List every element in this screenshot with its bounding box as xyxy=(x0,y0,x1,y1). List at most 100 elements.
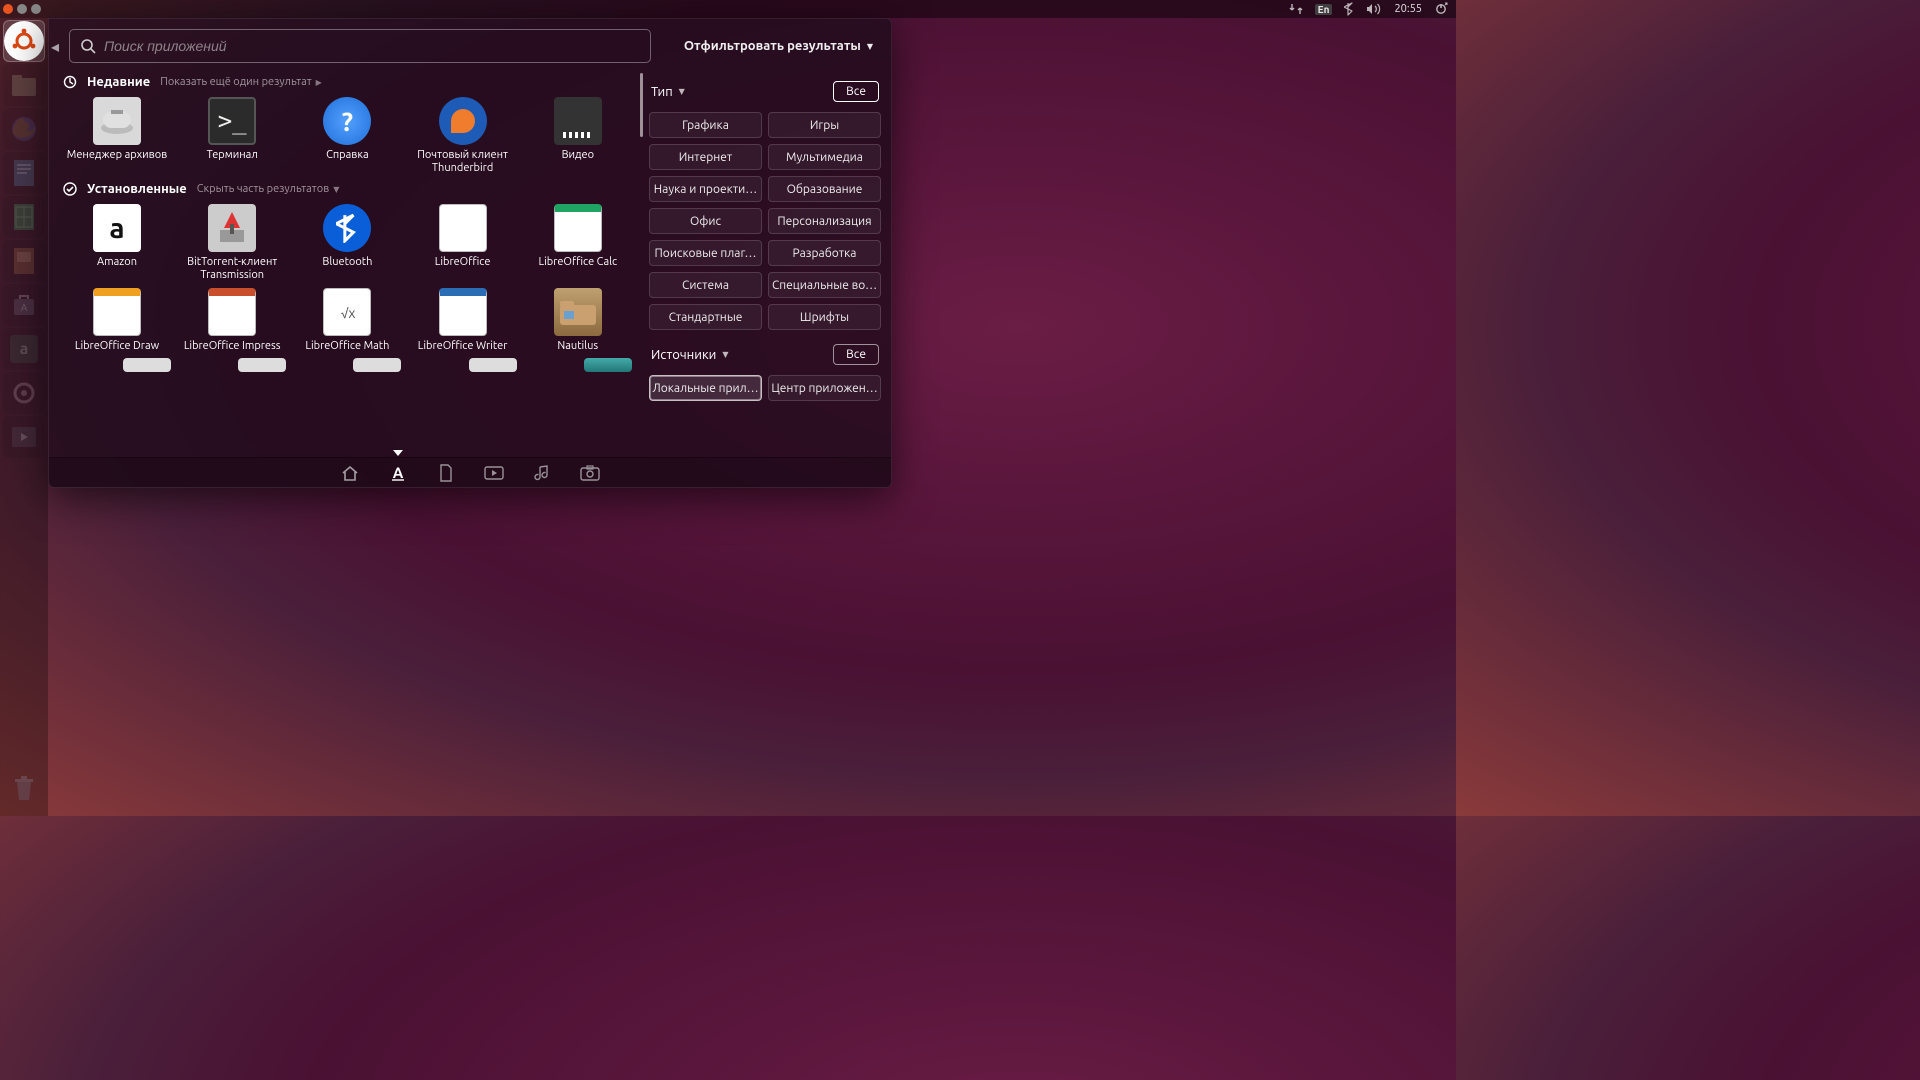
filter-sources-header: Источники▼ Все xyxy=(649,340,881,375)
dash-back-button[interactable]: ◂ xyxy=(49,37,61,56)
power-icon[interactable] xyxy=(1434,2,1448,16)
filter-toggle[interactable]: Отфильтровать результаты ▼ xyxy=(684,39,879,53)
app-partial[interactable] xyxy=(409,358,517,372)
filter-sources-all[interactable]: Все xyxy=(833,344,879,365)
app-label: Amazon xyxy=(97,256,137,269)
app-терминал[interactable]: >_Терминал xyxy=(178,97,286,174)
filter-type-option[interactable]: Мультимедиа xyxy=(768,144,881,170)
app-nautilus[interactable]: Nautilus xyxy=(524,288,632,353)
filter-type-option[interactable]: Наука и проекти… xyxy=(649,176,762,202)
app-bluetooth[interactable]: Bluetooth xyxy=(293,204,401,281)
app-icon-graphic xyxy=(208,204,256,252)
volume-icon[interactable] xyxy=(1366,3,1382,15)
svg-text:a: a xyxy=(20,340,29,358)
app-libreoffice-draw[interactable]: LibreOffice Draw xyxy=(63,288,171,353)
launcher-settings[interactable] xyxy=(3,372,45,414)
app-bittorrent-клиент-transmission[interactable]: BitTorrent-клиент Transmission xyxy=(178,204,286,281)
launcher-videos[interactable] xyxy=(3,416,45,458)
lens-music[interactable] xyxy=(529,460,555,486)
dash-filters: Тип▼ Все ГрафикаИгрыИнтернетМультимедиаН… xyxy=(643,73,891,457)
dash-search-input[interactable] xyxy=(104,38,640,54)
clock[interactable]: 20:55 xyxy=(1394,3,1422,15)
app-label: Bluetooth xyxy=(322,256,372,269)
app-icon-graphic: ? xyxy=(323,97,371,145)
results-scrollbar[interactable] xyxy=(640,73,643,137)
app-label: Видео xyxy=(562,149,594,162)
recent-grid: Менеджер архивов >_Терминал? Справка Почтов… xyxy=(59,93,643,180)
app-label: Менеджер архивов xyxy=(67,149,167,162)
app-почтовый-клиент-thunderbird[interactable]: Почтовый клиент Thunderbird xyxy=(409,97,517,174)
filter-type-option[interactable]: Шрифты xyxy=(768,304,881,330)
filter-type-all[interactable]: Все xyxy=(833,81,879,102)
ubuntu-logo-icon xyxy=(4,21,44,61)
launcher-firefox[interactable] xyxy=(3,108,45,150)
filter-sources-option[interactable]: Центр приложен… xyxy=(768,375,881,401)
app-partial[interactable] xyxy=(524,358,632,372)
launcher-impress[interactable] xyxy=(3,240,45,282)
search-icon xyxy=(80,38,96,54)
app-label: Справка xyxy=(326,149,369,162)
app-libreoffice[interactable]: LibreOffice xyxy=(409,204,517,281)
filter-type-option[interactable]: Офис xyxy=(649,208,762,234)
lens-videos[interactable] xyxy=(481,460,507,486)
app-libreoffice-writer[interactable]: LibreOffice Writer xyxy=(409,288,517,353)
filter-type-label[interactable]: Тип▼ xyxy=(651,85,685,99)
app-icon-graphic xyxy=(93,97,141,145)
dash-search-box[interactable] xyxy=(69,29,651,63)
filter-type-option[interactable]: Персонализация xyxy=(768,208,881,234)
filter-type-option[interactable]: Интернет xyxy=(649,144,762,170)
launcher-amazon[interactable]: a xyxy=(3,328,45,370)
app-icon-graphic xyxy=(93,288,141,336)
filter-type-option[interactable]: Поисковые плаг… xyxy=(649,240,762,266)
app-label: LibreOffice Impress xyxy=(184,340,281,353)
app-libreoffice-calc[interactable]: LibreOffice Calc xyxy=(524,204,632,281)
bluetooth-icon[interactable] xyxy=(1344,2,1354,16)
filter-sources-label[interactable]: Источники▼ xyxy=(651,348,729,362)
launcher-writer[interactable] xyxy=(3,152,45,194)
app-amazon[interactable]: aAmazon xyxy=(63,204,171,281)
panel-indicators: En 20:55 xyxy=(1289,2,1456,16)
lens-files[interactable] xyxy=(433,460,459,486)
lens-photos[interactable] xyxy=(577,460,603,486)
recent-expand[interactable]: Показать ещё один результат ▶ xyxy=(160,76,322,88)
launcher-files[interactable] xyxy=(3,64,45,106)
recent-hint-label: Показать ещё один результат xyxy=(160,76,311,88)
filter-type-option[interactable]: Графика xyxy=(649,112,762,138)
filter-type-option[interactable]: Игры xyxy=(768,112,881,138)
filter-type-option[interactable]: Стандартные xyxy=(649,304,762,330)
app-libreoffice-impress[interactable]: LibreOffice Impress xyxy=(178,288,286,353)
chevron-right-icon: ▶ xyxy=(316,78,322,87)
recent-title: Недавние xyxy=(87,75,150,89)
filter-type-option[interactable]: Образование xyxy=(768,176,881,202)
app-partial[interactable] xyxy=(63,358,171,372)
launcher-calc[interactable] xyxy=(3,196,45,238)
recent-icon xyxy=(63,75,77,89)
filter-sources-option[interactable]: Локальные прил… xyxy=(649,375,762,401)
filter-sources-grid: Локальные прил…Центр приложен… xyxy=(649,375,881,401)
app-partial[interactable] xyxy=(293,358,401,372)
launcher-dash[interactable] xyxy=(3,20,45,62)
app-icon-graphic: >_ xyxy=(208,97,256,145)
launcher-software[interactable]: A xyxy=(3,284,45,326)
filter-type-option[interactable]: Специальные во… xyxy=(768,272,881,298)
window-minimize-button[interactable] xyxy=(17,4,27,14)
dash: ◂ Отфильтровать результаты ▼ Недавние По… xyxy=(48,18,892,488)
window-maximize-button[interactable] xyxy=(31,4,41,14)
network-icon[interactable] xyxy=(1289,3,1303,15)
lens-home[interactable] xyxy=(337,460,363,486)
filter-type-option[interactable]: Разработка xyxy=(768,240,881,266)
lens-applications[interactable]: A xyxy=(385,460,411,486)
launcher-trash[interactable] xyxy=(3,768,45,810)
app-видео[interactable]: Видео xyxy=(524,97,632,174)
app-partial[interactable] xyxy=(178,358,286,372)
filter-type-option[interactable]: Система xyxy=(649,272,762,298)
installed-collapse[interactable]: Скрыть часть результатов ▼ xyxy=(197,183,340,195)
app-libreoffice-math[interactable]: √xLibreOffice Math xyxy=(293,288,401,353)
app-менеджер-архивов[interactable]: Менеджер архивов xyxy=(63,97,171,174)
app-справка[interactable]: ? Справка xyxy=(293,97,401,174)
chevron-down-icon: ▼ xyxy=(722,350,728,359)
app-icon-graphic xyxy=(554,288,602,336)
app-label: LibreOffice xyxy=(435,256,491,269)
window-close-button[interactable] xyxy=(3,4,13,14)
language-indicator[interactable]: En xyxy=(1315,4,1333,15)
